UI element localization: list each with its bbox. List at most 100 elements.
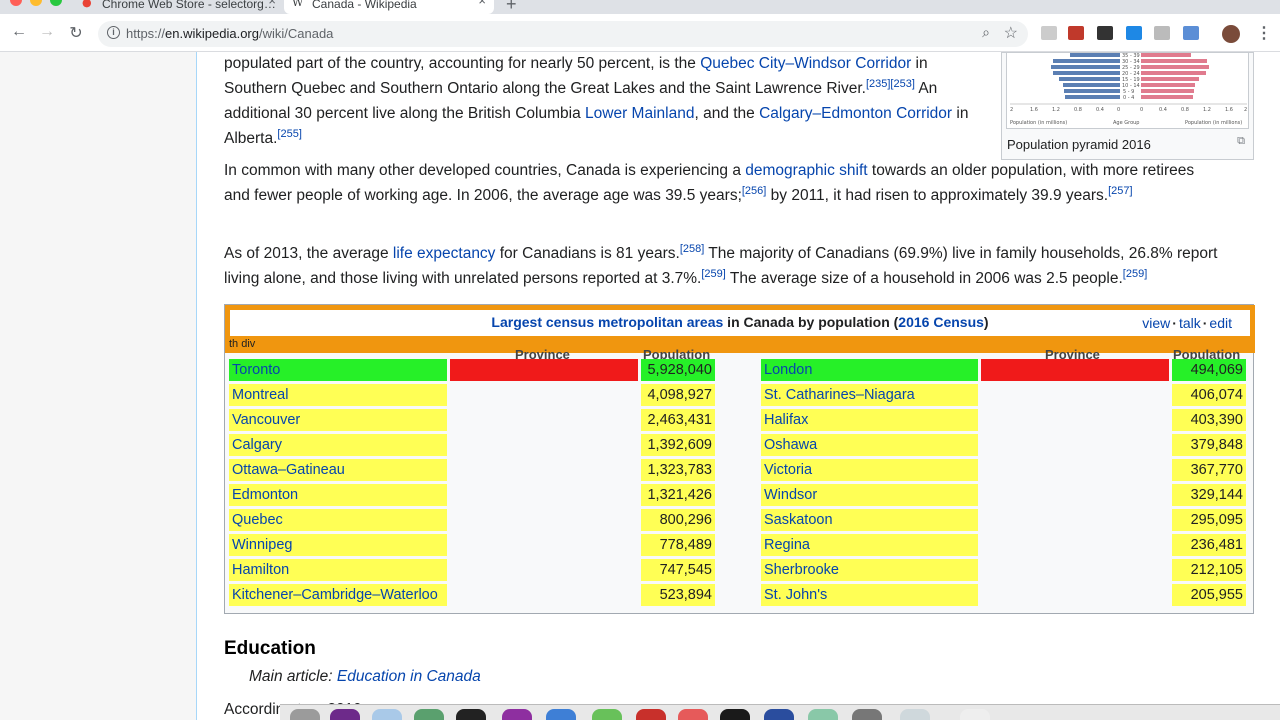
talk-link[interactable]: talk xyxy=(1179,315,1201,331)
citation[interactable]: [259] xyxy=(1123,268,1147,280)
province-link[interactable] xyxy=(450,459,638,481)
province-link[interactable] xyxy=(981,459,1169,481)
app-icon[interactable] xyxy=(764,709,794,720)
province-link[interactable] xyxy=(450,484,638,506)
reload-icon[interactable]: ↻ xyxy=(66,23,86,43)
app-icon[interactable] xyxy=(330,709,360,720)
close-tab-icon[interactable]: × xyxy=(478,0,486,7)
app-icon[interactable] xyxy=(456,709,486,720)
province-link[interactable] xyxy=(981,434,1169,456)
province-link[interactable] xyxy=(450,359,638,381)
extension-icon[interactable] xyxy=(1183,26,1199,40)
city-link[interactable]: Oshawa xyxy=(761,434,978,456)
app-icon[interactable] xyxy=(592,709,622,720)
province-link[interactable] xyxy=(450,509,638,531)
maximize-window-button[interactable] xyxy=(50,0,62,6)
dropbox-icon[interactable] xyxy=(1126,26,1142,40)
province-link[interactable] xyxy=(450,584,638,606)
extension-icon[interactable] xyxy=(1154,26,1170,40)
close-tab-icon[interactable]: × xyxy=(268,0,276,7)
link-quebec-windsor-corridor[interactable]: Quebec City–Windsor Corridor xyxy=(700,55,911,72)
enlarge-icon[interactable]: ⧉ xyxy=(1237,135,1245,148)
province-link[interactable] xyxy=(450,534,638,556)
province-link[interactable] xyxy=(450,409,638,431)
population-pyramid-image[interactable]: 35 - 39 30 - 34 25 - 29 20 - 24 15 - 19 … xyxy=(1006,53,1249,129)
new-tab-button[interactable]: + xyxy=(506,0,517,14)
city-link[interactable]: Halifax xyxy=(761,409,978,431)
province-link[interactable] xyxy=(450,559,638,581)
province-link[interactable] xyxy=(981,509,1169,531)
city-link[interactable]: Vancouver xyxy=(229,409,447,431)
app-icon[interactable] xyxy=(678,709,708,720)
city-link[interactable]: Quebec xyxy=(229,509,447,531)
view-link[interactable]: view xyxy=(1142,315,1170,331)
city-link[interactable]: Windsor xyxy=(761,484,978,506)
province-link[interactable] xyxy=(981,484,1169,506)
province-link[interactable] xyxy=(981,384,1169,406)
city-link[interactable]: Winnipeg xyxy=(229,534,447,556)
province-link[interactable] xyxy=(981,409,1169,431)
extension-icon[interactable] xyxy=(1097,26,1113,40)
link-demographic-shift[interactable]: demographic shift xyxy=(745,162,867,179)
close-window-button[interactable] xyxy=(10,0,22,6)
province-link[interactable] xyxy=(450,384,638,406)
link-largest-census-areas[interactable]: Largest census metropolitan areas xyxy=(491,314,723,330)
zoom-icon[interactable]: ⌕ xyxy=(982,24,990,41)
city-link[interactable]: Victoria xyxy=(761,459,978,481)
citation[interactable]: [256] xyxy=(742,185,766,197)
app-icon[interactable] xyxy=(290,709,320,720)
tab-chrome-web-store[interactable]: ● Chrome Web Store - selectorg… × xyxy=(74,0,284,14)
app-icon[interactable] xyxy=(960,709,990,720)
app-icon[interactable] xyxy=(808,709,838,720)
link-lower-mainland[interactable]: Lower Mainland xyxy=(585,105,694,122)
tab-canada-wikipedia[interactable]: W Canada - Wikipedia × xyxy=(284,0,494,14)
link-education-in-canada[interactable]: Education in Canada xyxy=(337,668,481,685)
city-link[interactable]: London xyxy=(761,359,978,381)
back-arrow-icon[interactable]: ← xyxy=(9,23,29,41)
app-icon[interactable] xyxy=(372,709,402,720)
citation[interactable]: [258] xyxy=(680,243,704,255)
city-link[interactable]: Sherbrooke xyxy=(761,559,978,581)
city-link[interactable]: Regina xyxy=(761,534,978,556)
city-link[interactable]: Edmonton xyxy=(229,484,447,506)
citation[interactable]: [257] xyxy=(1108,185,1132,197)
minimize-window-button[interactable] xyxy=(30,0,42,6)
city-link[interactable]: St. John's xyxy=(761,584,978,606)
app-icon[interactable] xyxy=(414,709,444,720)
link-life-expectancy[interactable]: life expectancy xyxy=(393,245,496,262)
app-icon[interactable] xyxy=(502,709,532,720)
citation[interactable]: [259] xyxy=(701,268,725,280)
link-2016-census[interactable]: 2016 Census xyxy=(898,314,984,330)
extension-icon[interactable] xyxy=(1041,26,1057,40)
address-bar[interactable]: i https://en.wikipedia.org/wiki/Canada ⌕… xyxy=(98,21,1028,47)
edit-link[interactable]: edit xyxy=(1209,315,1232,331)
city-link[interactable]: Ottawa–Gatineau xyxy=(229,459,447,481)
city-link[interactable]: Hamilton xyxy=(229,559,447,581)
city-link[interactable]: Toronto xyxy=(229,359,447,381)
province-link[interactable] xyxy=(981,534,1169,556)
city-link[interactable]: Kitchener–Cambridge–Waterloo xyxy=(229,584,447,606)
app-icon[interactable] xyxy=(900,709,930,720)
more-menu-icon[interactable]: ⋮ xyxy=(1256,23,1272,43)
citation[interactable]: [255] xyxy=(277,128,301,140)
city-link[interactable]: Montreal xyxy=(229,384,447,406)
app-icon[interactable] xyxy=(852,709,882,720)
city-link[interactable]: Calgary xyxy=(229,434,447,456)
app-icon[interactable] xyxy=(720,709,750,720)
city-link[interactable]: Saskatoon xyxy=(761,509,978,531)
link-calgary-edmonton-corridor[interactable]: Calgary–Edmonton Corridor xyxy=(759,105,952,122)
province-link[interactable] xyxy=(981,359,1169,381)
citation[interactable]: [235][253] xyxy=(866,78,915,90)
forward-arrow-icon[interactable]: → xyxy=(37,23,57,41)
url-text[interactable]: https://en.wikipedia.org/wiki/Canada xyxy=(126,26,333,41)
avatar[interactable] xyxy=(1222,25,1240,43)
extension-icon[interactable] xyxy=(1068,26,1084,40)
city-link[interactable]: St. Catharines–Niagara xyxy=(761,384,978,406)
app-icon[interactable] xyxy=(636,709,666,720)
province-link[interactable] xyxy=(981,559,1169,581)
info-icon[interactable]: i xyxy=(107,26,120,39)
province-link[interactable] xyxy=(450,434,638,456)
bookmark-star-icon[interactable]: ☆ xyxy=(1004,23,1018,43)
app-icon[interactable] xyxy=(546,709,576,720)
province-link[interactable] xyxy=(981,584,1169,606)
